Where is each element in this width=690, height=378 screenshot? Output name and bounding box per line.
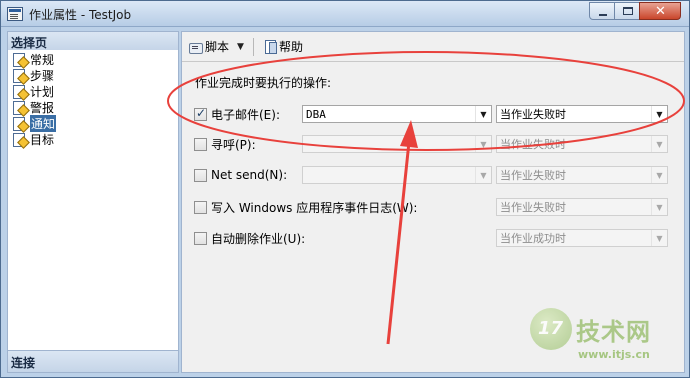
- watermark-name: 技术网: [576, 318, 651, 346]
- net-send-label: Net send(N):: [211, 168, 288, 182]
- net-send-checkbox[interactable]: [194, 168, 207, 182]
- title-bar: 作业属性 - TestJob ✕: [1, 1, 689, 27]
- email-row: 电子邮件(E):: [194, 105, 280, 123]
- pager-operator-select: ▼: [302, 135, 492, 153]
- page-item-label: 目标: [30, 132, 55, 147]
- pager-row: 寻呼(P):: [194, 135, 256, 153]
- page-item-label: 常规: [30, 52, 55, 67]
- window-title: 作业属性 - TestJob: [29, 8, 132, 22]
- maximize-icon: [623, 7, 633, 15]
- pager-label: 寻呼(P):: [211, 137, 256, 152]
- chevron-down-icon: ▼: [651, 199, 667, 215]
- page-icon: [12, 100, 28, 115]
- email-checkbox[interactable]: [194, 106, 207, 121]
- watermark-url: www.itjs.cn: [578, 348, 650, 361]
- toolbar: 脚本 ▼ 帮助: [182, 32, 684, 62]
- page-item-label: 警报: [30, 100, 55, 115]
- event-log-checkbox[interactable]: [194, 200, 207, 214]
- script-button[interactable]: 脚本 ▼: [186, 37, 247, 57]
- maximize-button[interactable]: [614, 2, 640, 20]
- email-operator-select[interactable]: DBA ▼: [302, 105, 492, 123]
- minimize-button[interactable]: [589, 2, 615, 20]
- page-icon: [12, 84, 28, 99]
- chevron-down-icon: ▼: [651, 136, 667, 152]
- help-icon: [263, 39, 277, 54]
- event-log-condition-select: 当作业失败时 ▼: [496, 198, 668, 216]
- chevron-down-icon[interactable]: ▼: [237, 42, 244, 52]
- email-operator-value: DBA: [306, 107, 326, 121]
- page-item-label: 步骤: [30, 68, 55, 83]
- chevron-down-icon: ▼: [475, 167, 491, 183]
- delete-job-condition-select: 当作业成功时 ▼: [496, 229, 668, 247]
- delete-job-condition-value: 当作业成功时: [500, 232, 566, 245]
- delete-job-label: 自动删除作业(U):: [211, 231, 306, 246]
- event-log-label: 写入 Windows 应用程序事件日志(W):: [211, 200, 418, 215]
- script-icon: [189, 41, 203, 54]
- pager-condition-select: 当作业失败时 ▼: [496, 135, 668, 153]
- help-button[interactable]: 帮助: [260, 37, 306, 57]
- email-condition-select[interactable]: 当作业失败时 ▼: [496, 105, 668, 123]
- delete-job-row: 自动删除作业(U):: [194, 229, 305, 247]
- watermark-logo-text: 17: [538, 318, 564, 339]
- chevron-down-icon: ▼: [651, 230, 667, 246]
- net-send-operator-select: ▼: [302, 166, 492, 184]
- close-icon: ✕: [655, 4, 666, 19]
- minimize-icon: [599, 14, 607, 16]
- select-page-header: 选择页: [8, 32, 178, 50]
- page-icon: [12, 68, 28, 83]
- close-button[interactable]: ✕: [639, 2, 681, 20]
- event-log-row: 写入 Windows 应用程序事件日志(W):: [194, 198, 417, 216]
- help-label: 帮助: [278, 40, 303, 54]
- window-controls: ✕: [589, 2, 681, 20]
- script-label: 脚本: [205, 40, 230, 54]
- chevron-down-icon: ▼: [475, 106, 491, 122]
- actions-section-label: 作业完成时要执行的操作:: [195, 76, 332, 90]
- page-item-notifications[interactable]: 通知: [12, 114, 178, 132]
- pager-checkbox[interactable]: [194, 137, 207, 151]
- site-watermark: 17 技术网 www.itjs.cn: [530, 308, 680, 364]
- page-item-steps[interactable]: 步骤: [12, 67, 178, 83]
- email-condition-value: 当作业失败时: [500, 108, 566, 121]
- net-send-row: Net send(N):: [194, 166, 287, 184]
- event-log-condition-value: 当作业失败时: [500, 201, 566, 214]
- application-icon: [7, 7, 23, 21]
- page-item-label: 计划: [30, 84, 55, 99]
- delete-job-checkbox[interactable]: [194, 231, 207, 245]
- page-list: 常规 步骤 计划 警报 通知 目标: [8, 51, 178, 147]
- page-icon: [12, 132, 28, 147]
- email-label: 电子邮件(E):: [211, 107, 280, 122]
- chevron-down-icon: ▼: [651, 106, 667, 122]
- chevron-down-icon: ▼: [475, 136, 491, 152]
- chevron-down-icon: ▼: [651, 167, 667, 183]
- net-send-condition-select: 当作业失败时 ▼: [496, 166, 668, 184]
- page-icon: [12, 52, 28, 67]
- toolbar-separator: [252, 37, 254, 56]
- page-item-label: 通知: [30, 114, 57, 132]
- page-icon: [12, 116, 28, 131]
- net-send-condition-value: 当作业失败时: [500, 169, 566, 182]
- connection-header: 连接: [8, 350, 178, 372]
- page-item-schedules[interactable]: 计划: [12, 83, 178, 99]
- pager-condition-value: 当作业失败时: [500, 138, 566, 151]
- watermark-logo: 17: [530, 308, 572, 350]
- page-item-targets[interactable]: 目标: [12, 131, 178, 147]
- page-item-alerts[interactable]: 警报: [12, 99, 178, 115]
- page-item-general[interactable]: 常规: [12, 51, 178, 67]
- select-page-pane: 选择页 常规 步骤 计划 警报 通知 目标 连接: [7, 31, 179, 373]
